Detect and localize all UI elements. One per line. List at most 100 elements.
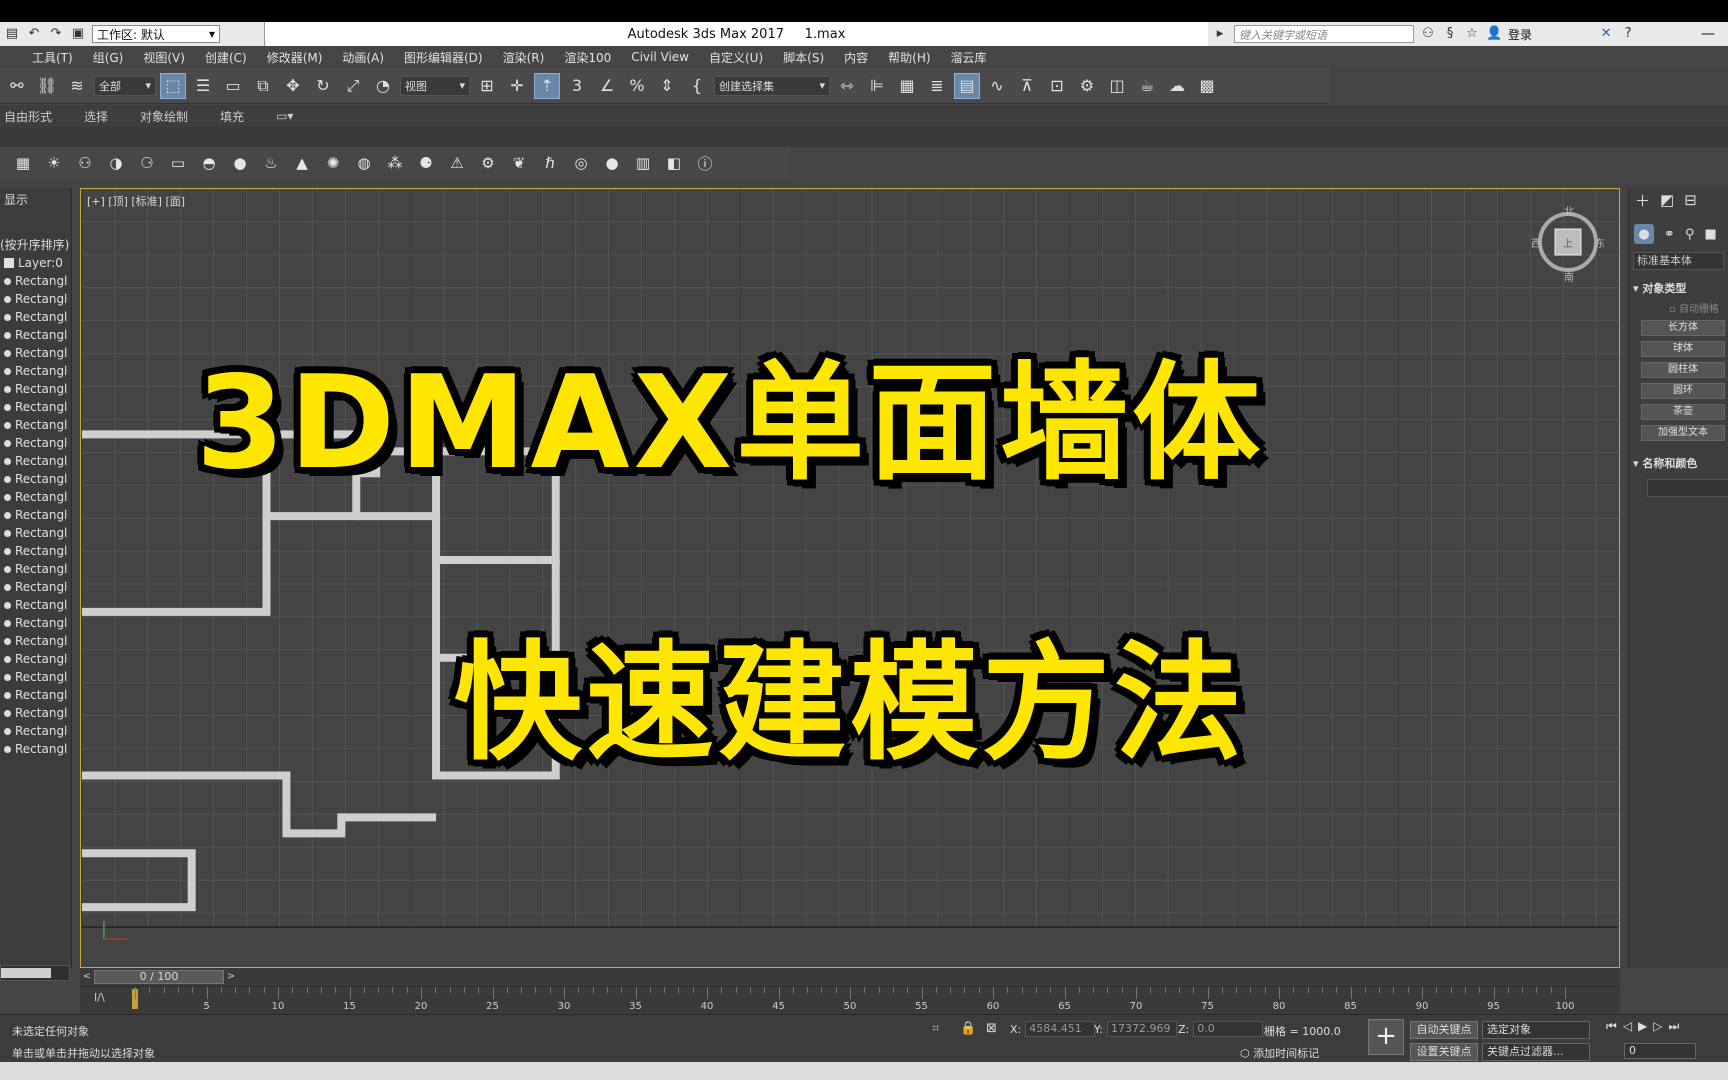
material-editor-icon[interactable]: ⊡ (1044, 73, 1070, 99)
list-item[interactable]: Rectangl (0, 398, 71, 416)
z-field[interactable]: 0.0 (1193, 1021, 1264, 1037)
ribbon-tab-populate[interactable]: 填充 (216, 108, 272, 125)
list-item[interactable]: Rectangl (0, 668, 71, 686)
shell-icon[interactable]: ◎ (568, 150, 594, 176)
visibility-icon[interactable] (4, 601, 11, 609)
visibility-icon[interactable] (4, 367, 11, 375)
ribbon-tab-freeform[interactable]: 自由形式 (0, 108, 80, 125)
box-button[interactable]: 长方体 (1641, 320, 1725, 336)
list-item[interactable]: Rectangl (0, 722, 71, 740)
isolate-selection-icon[interactable]: ⌗ (932, 1021, 939, 1036)
visibility-icon[interactable] (4, 421, 11, 429)
help-icon[interactable]: ⓘ (692, 150, 718, 176)
camera-icon[interactable]: ⚇ (72, 150, 98, 176)
menu-graph-editors[interactable]: 图形编辑器(D) (394, 49, 493, 66)
torus-button[interactable]: 圆环 (1641, 383, 1725, 399)
auto-key-button[interactable]: 自动关键点 (1410, 1021, 1478, 1039)
visibility-icon[interactable] (4, 583, 11, 591)
open-mini-curve-editor-icon[interactable]: I/\ (94, 991, 105, 1004)
visibility-icon[interactable] (4, 295, 11, 303)
angle-snap-icon[interactable]: ∠ (594, 73, 620, 99)
list-item[interactable]: Rectangl (0, 326, 71, 344)
spinner-snap-icon[interactable]: ⇕ (654, 73, 680, 99)
hierarchy-tab-icon[interactable]: ⊟ (1684, 191, 1697, 209)
light-lister-icon[interactable]: ☀ (41, 150, 67, 176)
time-slider[interactable]: < 0 / 100 > (80, 968, 1620, 986)
rotate-icon[interactable]: ↻ (310, 73, 336, 99)
undo-icon[interactable]: ↶ (26, 26, 42, 42)
sphere-button[interactable]: 球体 (1641, 341, 1725, 357)
viewport-label-menu[interactable]: [+] [顶] [标准] [面] (87, 193, 185, 209)
list-item[interactable]: Rectangl (0, 416, 71, 434)
login-link[interactable]: 登录 (1508, 26, 1532, 43)
material-library-icon[interactable]: ▥ (630, 150, 656, 176)
keyboard-shortcut-override-icon[interactable]: ⇡ (534, 72, 560, 99)
visibility-icon[interactable] (4, 439, 11, 447)
set-keys-big-button[interactable]: + (1368, 1019, 1404, 1055)
time-slider-thumb[interactable]: 0 / 100 (94, 970, 224, 984)
search-input[interactable]: 键入关键字或短语 (1234, 25, 1414, 43)
menu-create[interactable]: 创建(C) (195, 49, 257, 66)
add-time-tag[interactable]: ⬡ 添加时间标记 (1240, 1045, 1319, 1061)
chevron-right-icon[interactable]: ▸ (1212, 26, 1228, 42)
viewcube[interactable]: 北 南 西 东 上 (1531, 207, 1605, 284)
grass-icon[interactable]: ❦ (506, 150, 532, 176)
exchange-icon[interactable]: ✕ (1598, 26, 1614, 42)
viewcube-north[interactable]: 北 (1564, 203, 1574, 218)
gear-icon[interactable]: ⚙ (475, 150, 501, 176)
material-ball-icon[interactable]: ● (599, 150, 625, 176)
explorer-sort-header[interactable]: (按升序排序) (0, 236, 71, 254)
reference-coordinate-dropdown[interactable]: 视图 ▾ (400, 75, 470, 96)
select-manipulate-icon[interactable]: ✛ (504, 73, 530, 99)
absolute-mode-icon[interactable]: ⊠ (986, 1021, 997, 1036)
menu-render100[interactable]: 渲染100 (554, 49, 621, 66)
render-production-icon[interactable]: ☕ (1134, 73, 1160, 99)
menu-tools[interactable]: 工具(T) (22, 49, 83, 66)
visibility-icon[interactable] (4, 727, 11, 735)
container-icon[interactable]: ▦ (10, 150, 36, 176)
rectangular-selection-icon[interactable]: ▭ (220, 73, 246, 99)
text-plus-button[interactable]: 加强型文本 (1641, 425, 1725, 441)
visibility-icon[interactable] (4, 457, 11, 465)
rendered-frame-window-icon[interactable]: ◫ (1104, 73, 1130, 99)
go-to-end-icon[interactable]: ⏭ (1669, 1019, 1686, 1033)
next-frame-icon[interactable]: ▷ (1653, 1019, 1668, 1033)
render-icon[interactable]: ◧ (661, 150, 687, 176)
pivot-center-icon[interactable]: ⊞ (474, 73, 500, 99)
subscription-icon[interactable]: § (1442, 26, 1458, 42)
set-key-button[interactable]: 设置关键点 (1410, 1043, 1478, 1061)
menu-views[interactable]: 视图(V) (133, 49, 195, 66)
cameras-icon[interactable]: ■ (1704, 227, 1716, 242)
list-item[interactable]: Rectangl (0, 290, 71, 308)
window-crossing-icon[interactable]: ⧉ (250, 73, 276, 99)
create-tab-icon[interactable]: ＋ (1635, 190, 1650, 211)
explorer-display-menu[interactable]: 显示 (0, 188, 71, 212)
visibility-icon[interactable] (4, 691, 11, 699)
play-icon[interactable]: ▶ (1638, 1019, 1653, 1033)
visibility-icon[interactable] (4, 493, 11, 501)
geometry-icon[interactable]: ● (1634, 224, 1654, 244)
list-item[interactable]: Rectangl (0, 488, 71, 506)
lights-icon[interactable]: ⚲ (1685, 227, 1695, 242)
wall-segment[interactable] (81, 771, 437, 838)
edit-named-selection-icon[interactable]: { (684, 73, 710, 99)
selection-lock-icon[interactable]: 🔒 (960, 1021, 976, 1036)
menu-content[interactable]: 内容 (834, 49, 878, 66)
menu-rendering[interactable]: 渲染(R) (493, 49, 555, 66)
previous-frame-arrow-icon[interactable]: < (80, 970, 94, 984)
viewport-canvas[interactable] (81, 189, 1619, 967)
list-item[interactable]: Rectangl (0, 506, 71, 524)
layer-explorer-icon[interactable]: ≣ (924, 73, 950, 99)
place-icon[interactable]: ◔ (370, 73, 396, 99)
list-item[interactable]: Rectangl (0, 686, 71, 704)
x-field[interactable]: 4584.451 (1025, 1021, 1096, 1037)
render-iterative-icon[interactable]: ☁ (1164, 73, 1190, 99)
visibility-icon[interactable] (4, 673, 11, 681)
ribbon-options-icon[interactable]: ▭▾ (272, 109, 321, 123)
go-to-start-icon[interactable]: ⏮ (1606, 1019, 1623, 1033)
list-item[interactable]: Rectangl (0, 614, 71, 632)
viewport-top[interactable]: [+] [顶] [标准] [面] 北 南 西 东 上 3DMAX单面墙体 快速建… (80, 188, 1620, 968)
list-item[interactable]: Rectangl (0, 650, 71, 668)
binoculars-icon[interactable]: ⚇ (1420, 26, 1436, 42)
list-item[interactable]: Rectangl (0, 434, 71, 452)
